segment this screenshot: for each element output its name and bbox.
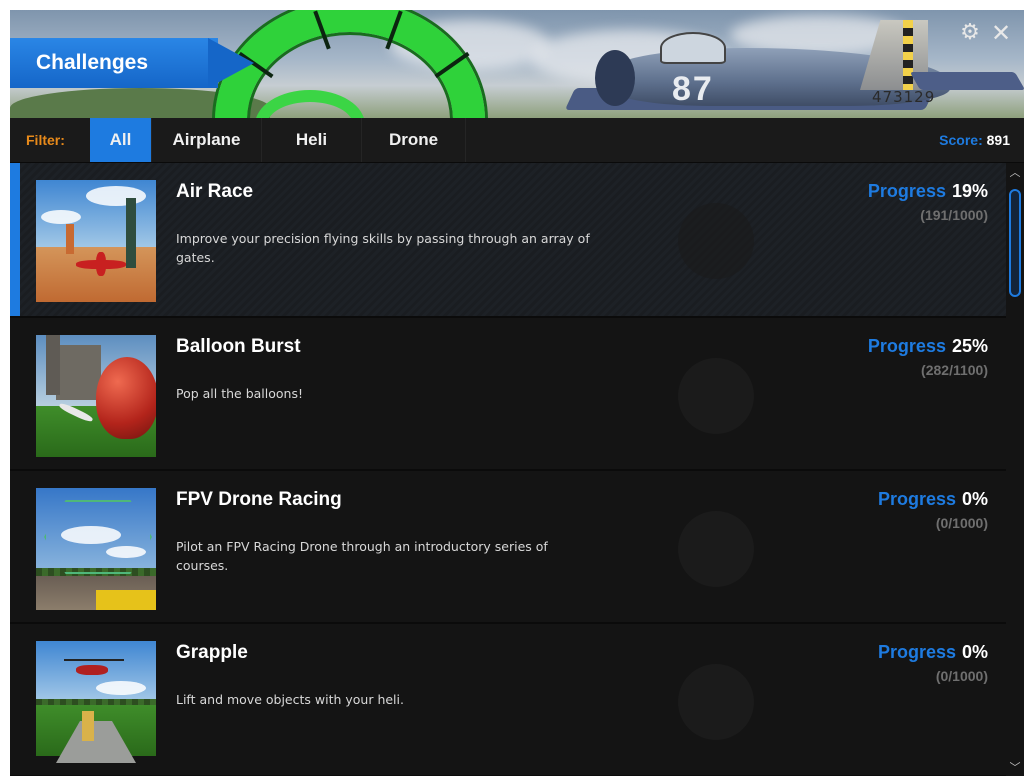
- score-label: Score:: [939, 132, 983, 148]
- score-display: Score: 891: [939, 118, 1010, 162]
- balloon-burst-thumbnail: [36, 335, 156, 457]
- window-title: Challenges: [10, 38, 218, 88]
- challenge-description: Lift and move objects with your heli.: [176, 692, 404, 707]
- challenge-list: Air Race Improve your precision flying s…: [10, 163, 1006, 776]
- progress-count: (191/1000): [920, 207, 988, 223]
- progress-display: Progress 0%: [878, 489, 988, 510]
- chevron-down-icon[interactable]: ﹀: [1008, 762, 1022, 774]
- balloon-icon: [96, 357, 156, 439]
- filter-tab-drone[interactable]: Drone: [362, 118, 466, 162]
- grapple-thumbnail: [36, 641, 156, 763]
- challenge-item-fpv-drone-racing[interactable]: FPV Drone Racing Pilot an FPV Racing Dro…: [10, 471, 1006, 624]
- fpv-drone-racing-thumbnail: [36, 488, 156, 610]
- plane-marking: 87: [672, 70, 714, 108]
- challenge-title: Grapple: [176, 642, 248, 663]
- filter-tab-airplane[interactable]: Airplane: [152, 118, 262, 162]
- tail-number: 473129: [872, 88, 936, 106]
- challenge-item-balloon-burst[interactable]: Balloon Burst Pop all the balloons! Prog…: [10, 318, 1006, 471]
- selection-indicator: [10, 163, 20, 316]
- helicopter-icon: [76, 665, 108, 675]
- progress-label: Progress: [877, 489, 956, 509]
- progress-label: Progress: [867, 336, 946, 356]
- challenge-title: FPV Drone Racing: [176, 489, 342, 510]
- score-value: 891: [986, 132, 1010, 148]
- challenge-title: Balloon Burst: [176, 336, 301, 357]
- challenge-item-grapple[interactable]: Grapple Lift and move objects with your …: [10, 624, 1006, 776]
- gear-icon[interactable]: ⚙: [957, 22, 983, 44]
- progress-percent: 25%: [951, 336, 988, 356]
- progress-count: (282/1100): [921, 362, 988, 378]
- close-icon[interactable]: ✕: [988, 21, 1014, 45]
- title-arrow-decoration: [208, 38, 254, 88]
- header-banner: 87 473129 Challenges ⚙ ✕: [10, 10, 1024, 118]
- progress-display: Progress 0%: [878, 642, 988, 663]
- background-circle: [678, 358, 754, 434]
- background-circle: [678, 511, 754, 587]
- challenge-description: Pop all the balloons!: [176, 386, 303, 401]
- progress-percent: 0%: [961, 642, 988, 662]
- challenge-description: Improve your precision flying skills by …: [176, 231, 590, 265]
- background-circle: [678, 664, 754, 740]
- list-scrollbar[interactable]: ︿ ﹀: [1006, 163, 1024, 776]
- progress-count: (0/1000): [935, 668, 988, 684]
- filter-tab-all[interactable]: All: [90, 118, 152, 162]
- background-circle: [678, 203, 754, 279]
- progress-display: Progress 25%: [868, 336, 988, 357]
- challenge-title: Air Race: [176, 181, 254, 202]
- challenge-description: Pilot an FPV Racing Drone through an int…: [176, 539, 548, 573]
- progress-label: Progress: [877, 642, 956, 662]
- air-race-thumbnail: [36, 180, 156, 302]
- filter-tab-heli[interactable]: Heli: [262, 118, 362, 162]
- challenges-window: 87 473129 Challenges ⚙ ✕ Filter: All Air…: [10, 10, 1024, 776]
- filter-label: Filter:: [26, 132, 65, 148]
- progress-display: Progress 19%: [868, 181, 988, 202]
- progress-percent: 19%: [951, 181, 988, 201]
- challenge-item-air-race[interactable]: Air Race Improve your precision flying s…: [10, 163, 1006, 318]
- filter-bar: Filter: All Airplane Heli Drone Score: 8…: [10, 118, 1024, 163]
- chevron-up-icon[interactable]: ︿: [1008, 167, 1022, 179]
- progress-count: (0/1000): [935, 515, 988, 531]
- scrollbar-thumb[interactable]: [1009, 189, 1021, 297]
- progress-percent: 0%: [961, 489, 988, 509]
- progress-label: Progress: [867, 181, 946, 201]
